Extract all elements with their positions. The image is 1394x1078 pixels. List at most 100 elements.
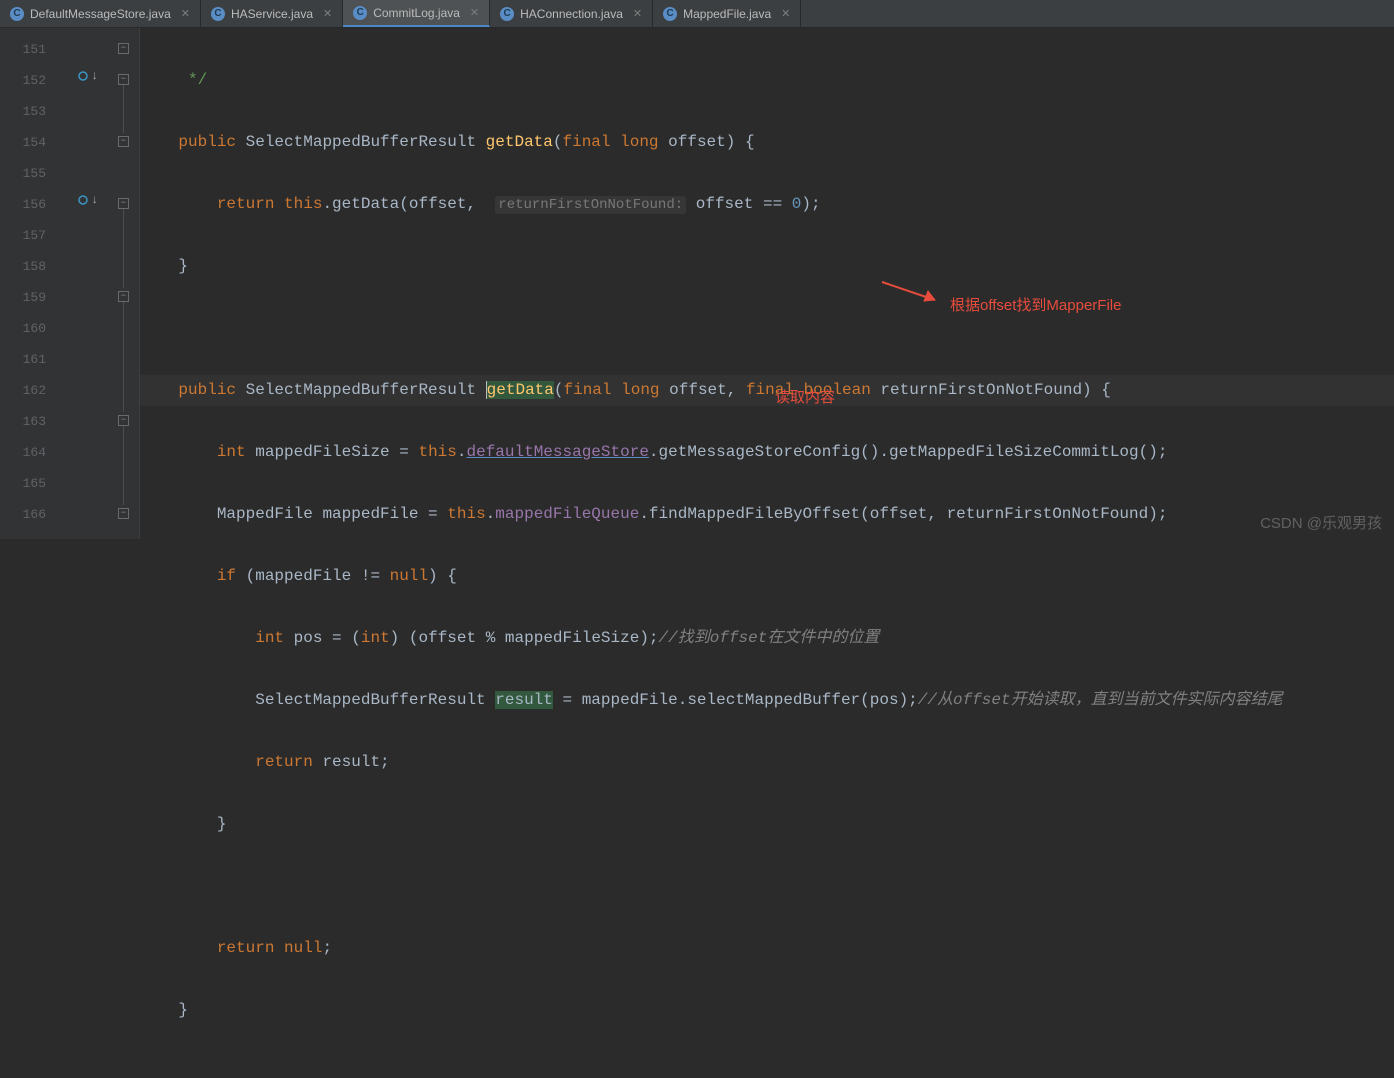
var: mappedFile [322, 505, 418, 523]
number: 0 [792, 195, 802, 213]
tab-mappedfile[interactable]: C MappedFile.java ✕ [653, 0, 801, 27]
java-class-icon: C [663, 7, 677, 21]
override-down-icon[interactable]: ↓ [78, 69, 98, 83]
arg: offset [409, 195, 467, 213]
tab-commitlog[interactable]: C CommitLog.java ✕ [343, 0, 490, 27]
java-class-icon: C [10, 7, 24, 21]
fold-open-icon[interactable]: − [118, 74, 129, 85]
var: result [495, 691, 553, 709]
param: offset [669, 381, 727, 399]
method-call: findMappedFileByOffset [649, 505, 860, 523]
line-number-gutter: 151 152 153 154 155 156 157 158 159 160 … [0, 28, 60, 539]
keyword-return: return [217, 195, 275, 213]
line-number: 152 [0, 65, 46, 96]
code-area[interactable]: */ public SelectMappedBufferResult getDa… [140, 28, 1394, 539]
method-name: getData [486, 133, 553, 151]
param: returnFirstOnNotFound [880, 381, 1082, 399]
comment: //从offset开始读取，直到当前文件实际内容结尾 [918, 691, 1283, 709]
annotation-text: 读取内容 [775, 382, 835, 413]
method-call: selectMappedBuffer [687, 691, 860, 709]
tab-label: MappedFile.java [683, 7, 771, 21]
close-icon[interactable]: ✕ [633, 7, 642, 20]
line-number: 164 [0, 437, 46, 468]
var: mappedFileSize [505, 629, 639, 647]
line-number: 153 [0, 96, 46, 127]
keyword-null: null [390, 567, 428, 585]
close-icon[interactable]: ✕ [323, 7, 332, 20]
arrow-icon [880, 278, 950, 308]
line-number: 159 [0, 282, 46, 313]
fold-open-icon[interactable]: − [118, 198, 129, 209]
keyword-public: public [178, 133, 236, 151]
keyword-return: return [255, 753, 313, 771]
field: defaultMessageStore [466, 443, 648, 461]
type: SelectMappedBufferResult [246, 381, 476, 399]
arg: offset [696, 195, 754, 213]
fold-gutter: − − − − − − − [110, 28, 140, 539]
comment: */ [188, 71, 207, 89]
tab-label: CommitLog.java [373, 6, 460, 20]
line-number: 161 [0, 344, 46, 375]
type: SelectMappedBufferResult [246, 133, 476, 151]
comment: //找到offset在文件中的位置 [659, 629, 880, 647]
param: offset [668, 133, 726, 151]
java-class-icon: C [211, 7, 225, 21]
tab-haservice[interactable]: C HAService.java ✕ [201, 0, 343, 27]
fold-line [123, 426, 124, 505]
tab-default-message-store[interactable]: C DefaultMessageStore.java ✕ [0, 0, 201, 27]
tab-haconnection[interactable]: C HAConnection.java ✕ [490, 0, 653, 27]
keyword-final: final [563, 133, 611, 151]
keyword-long: long [620, 133, 658, 151]
method-call: getMessageStoreConfig [659, 443, 861, 461]
var: pos [294, 629, 323, 647]
fold-line [123, 209, 124, 288]
keyword-final: final [564, 381, 612, 399]
var: mappedFile [582, 691, 678, 709]
line-number: 158 [0, 251, 46, 282]
keyword-this: this [284, 195, 322, 213]
fold-close-icon[interactable]: − [118, 508, 129, 519]
line-number: 162 [0, 375, 46, 406]
var: result [322, 753, 380, 771]
line-number: 160 [0, 313, 46, 344]
icon-gutter: ↓ ↓ [60, 28, 110, 539]
fold-line [123, 302, 124, 412]
annotation-text: 根据offset找到MapperFile [950, 290, 1121, 321]
cast-int: int [361, 629, 390, 647]
fold-close-icon[interactable]: − [118, 43, 129, 54]
override-down-icon[interactable]: ↓ [78, 193, 98, 207]
close-icon[interactable]: ✕ [470, 6, 479, 19]
editor-area: 151 152 153 154 155 156 157 158 159 160 … [0, 28, 1394, 539]
inlay-hint: returnFirstOnNotFound: [495, 196, 686, 214]
fold-close-icon[interactable]: − [118, 415, 129, 426]
keyword-this: this [447, 505, 485, 523]
keyword-this: this [418, 443, 456, 461]
var: mappedFileSize [255, 443, 389, 461]
type: SelectMappedBufferResult [255, 691, 485, 709]
keyword-long: long [621, 381, 659, 399]
java-class-icon: C [353, 6, 367, 20]
line-number: 157 [0, 220, 46, 251]
line-number: 165 [0, 468, 46, 499]
method-call: getData [332, 195, 399, 213]
close-icon[interactable]: ✕ [181, 7, 190, 20]
fold-line [123, 85, 124, 133]
keyword-public: public [178, 381, 236, 399]
tab-label: DefaultMessageStore.java [30, 7, 171, 21]
arg: pos [870, 691, 899, 709]
tab-label: HAConnection.java [520, 7, 623, 21]
editor-tabs: C DefaultMessageStore.java ✕ C HAService… [0, 0, 1394, 28]
keyword-return: return [217, 939, 275, 957]
fold-close-icon[interactable]: − [118, 136, 129, 147]
field: mappedFileQueue [495, 505, 639, 523]
var: mappedFile [255, 567, 351, 585]
line-number: 166 [0, 499, 46, 530]
line-number: 151 [0, 34, 46, 65]
var: offset [418, 629, 476, 647]
line-number: 163 [0, 406, 46, 437]
type: MappedFile [217, 505, 313, 523]
close-icon[interactable]: ✕ [781, 7, 790, 20]
watermark: CSDN @乐观男孩 [1260, 512, 1382, 533]
fold-open-icon[interactable]: − [118, 291, 129, 302]
method-call: getMappedFileSizeCommitLog [889, 443, 1139, 461]
